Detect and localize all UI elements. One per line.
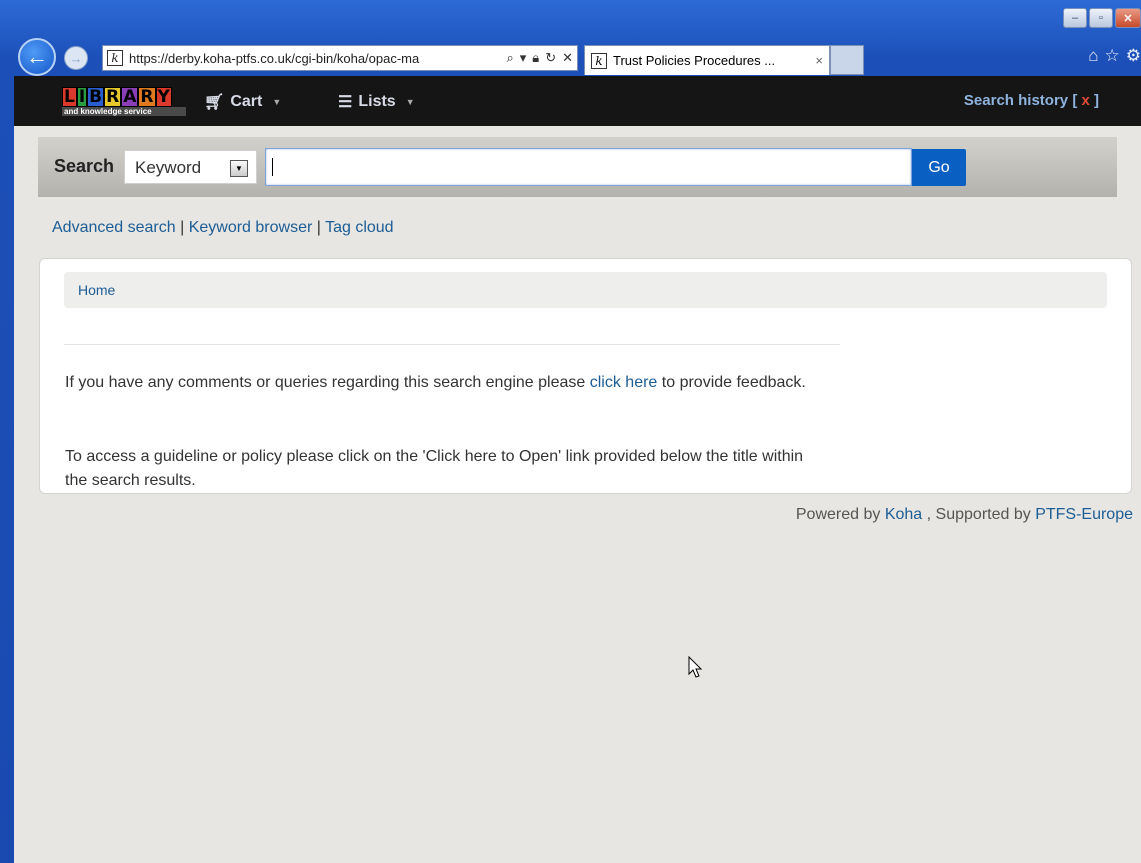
logo-letter: A xyxy=(121,87,139,107)
chevron-down-icon: ▼ xyxy=(405,97,415,107)
logo-word: LIBRARY xyxy=(62,87,186,107)
list-icon: ☰ xyxy=(338,94,353,111)
library-logo[interactable]: LIBRARY and knowledge service xyxy=(62,87,186,116)
keyword-browser-link[interactable]: Keyword browser xyxy=(189,219,313,236)
mouse-cursor-icon xyxy=(688,656,703,678)
koha-favicon-icon: k xyxy=(591,52,607,69)
footer: Powered by Koha , Supported by PTFS-Euro… xyxy=(796,506,1133,524)
address-tools: ⌕ ▾ 🔒︎ ↻ ✕ xyxy=(506,50,573,66)
logo-letter: I xyxy=(76,87,88,107)
dropdown-icon[interactable]: ▾ xyxy=(520,50,527,66)
maximize-button[interactable]: ▫ xyxy=(1089,8,1113,28)
link-separator: | xyxy=(180,219,185,236)
guideline-paragraph: To access a guideline or policy please c… xyxy=(65,448,804,489)
divider xyxy=(64,344,840,345)
refresh-icon[interactable]: ↻ xyxy=(545,50,556,66)
link-separator: | xyxy=(316,219,321,236)
chevron-down-icon: ▼ xyxy=(272,97,282,107)
tag-cloud-link[interactable]: Tag cloud xyxy=(325,219,394,236)
supported-by-text: , Supported by xyxy=(926,506,1031,523)
logo-subtitle: and knowledge service xyxy=(62,107,186,116)
top-navbar: LIBRARY and knowledge service 🛒︎ Cart ▼ … xyxy=(14,76,1141,126)
tab-close-icon[interactable]: × xyxy=(815,53,823,68)
lock-icon[interactable]: 🔒︎ xyxy=(532,50,539,66)
search-history-bracket-close: ] xyxy=(1094,92,1099,109)
lists-label: Lists xyxy=(358,93,396,110)
stop-icon[interactable]: ✕ xyxy=(562,50,573,66)
forward-arrow-icon: → xyxy=(69,50,83,66)
dropdown-arrow-icon[interactable]: ▼ xyxy=(230,160,248,177)
search-history: Search history [ x ] xyxy=(964,92,1099,109)
new-tab-button[interactable] xyxy=(830,45,864,75)
clear-search-history-button[interactable]: x xyxy=(1081,92,1089,109)
logo-letter: R xyxy=(138,87,156,107)
koha-favicon-icon: k xyxy=(107,50,123,66)
search-type-select[interactable]: Keyword ▼ xyxy=(124,150,257,184)
search-label: Search xyxy=(54,156,115,176)
address-url[interactable]: https://derby.koha-ptfs.co.uk/cgi-bin/ko… xyxy=(129,51,502,66)
back-arrow-icon: ← xyxy=(26,44,48,69)
search-history-bracket-open: [ xyxy=(1072,92,1078,109)
cart-menu[interactable]: 🛒︎ Cart ▼ xyxy=(204,92,281,112)
lists-menu[interactable]: ☰ Lists ▼ xyxy=(338,92,415,112)
browser-chrome: ← → k https://derby.koha-ptfs.co.uk/cgi-… xyxy=(14,38,1141,76)
star-icon[interactable]: ☆ xyxy=(1105,46,1120,66)
gear-icon[interactable]: ⚙ xyxy=(1126,46,1141,66)
go-button[interactable]: Go xyxy=(912,149,966,186)
feedback-click-here-link[interactable]: click here xyxy=(590,374,658,391)
back-button[interactable]: ← xyxy=(18,38,56,76)
logo-letter: B xyxy=(87,87,105,107)
breadcrumb-home-link[interactable]: Home xyxy=(78,282,115,298)
breadcrumb: Home xyxy=(64,272,1107,308)
close-window-button[interactable]: ✕ xyxy=(1115,8,1141,28)
koha-link[interactable]: Koha xyxy=(885,506,922,523)
forward-button[interactable]: → xyxy=(64,46,88,70)
address-bar[interactable]: k https://derby.koha-ptfs.co.uk/cgi-bin/… xyxy=(102,45,578,71)
logo-letter: Y xyxy=(155,87,172,107)
search-history-link[interactable]: Search history xyxy=(964,92,1068,109)
search-links: Advanced search | Keyword browser | Tag … xyxy=(52,219,394,237)
cart-label: Cart xyxy=(230,93,263,110)
powered-by-text: Powered by xyxy=(795,506,881,523)
text-cursor xyxy=(272,158,273,176)
feedback-text-after: to provide feedback. xyxy=(657,374,806,391)
tab-title: Trust Policies Procedures ... xyxy=(613,53,776,68)
toolbar-icons: ⌂ ☆ ⚙ xyxy=(1088,46,1141,66)
browser-tab[interactable]: k Trust Policies Procedures ... × xyxy=(584,45,830,75)
logo-letter: R xyxy=(104,87,122,107)
minimize-button[interactable]: – xyxy=(1063,8,1087,28)
search-type-value: Keyword xyxy=(135,158,202,177)
search-icon[interactable]: ⌕ xyxy=(506,50,513,66)
logo-letter: L xyxy=(62,87,77,107)
page-viewport: LIBRARY and knowledge service 🛒︎ Cart ▼ … xyxy=(14,76,1141,863)
advanced-search-link[interactable]: Advanced search xyxy=(52,219,176,236)
feedback-paragraph: If you have any comments or queries rega… xyxy=(65,371,825,395)
main-content: Home If you have any comments or queries… xyxy=(39,258,1132,494)
search-input[interactable] xyxy=(265,148,912,186)
home-icon[interactable]: ⌂ xyxy=(1088,46,1098,66)
search-bar: Search Keyword ▼ Go xyxy=(38,137,1117,197)
window-controls: – ▫ ✕ xyxy=(1063,8,1141,28)
feedback-text-before: If you have any comments or queries rega… xyxy=(65,374,590,391)
ptfs-europe-link[interactable]: PTFS-Europe xyxy=(1035,506,1133,523)
cart-icon: 🛒︎ xyxy=(204,94,225,111)
